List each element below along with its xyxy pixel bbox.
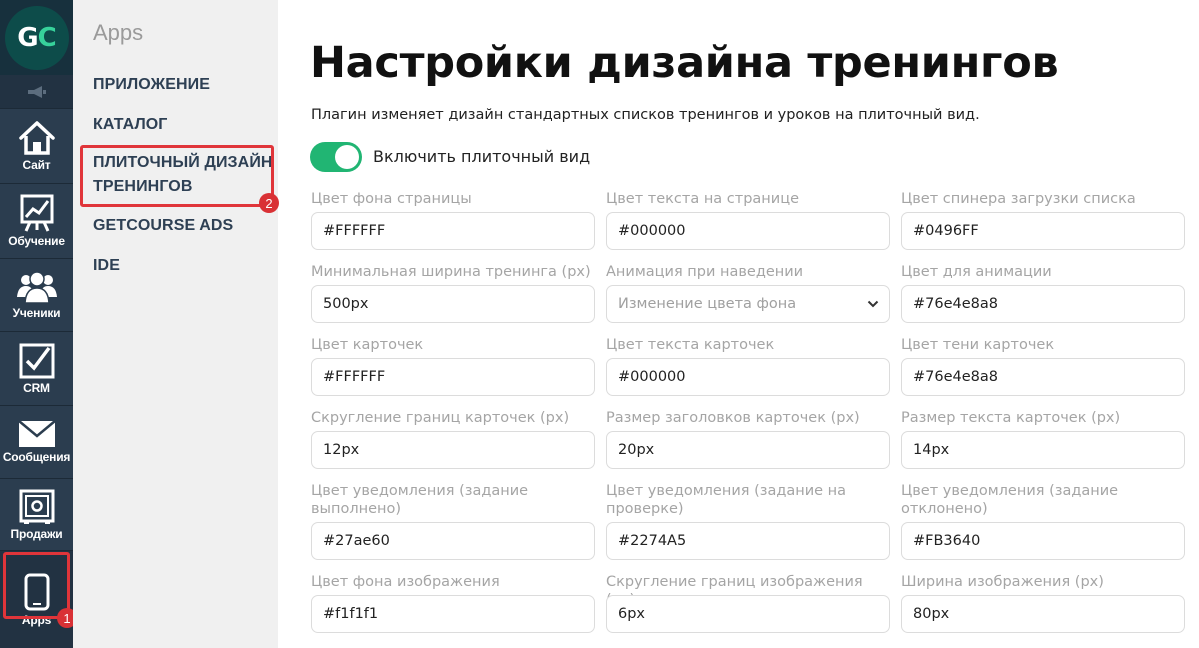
highlight-tile-design	[80, 145, 274, 207]
card-radius-input[interactable]: 12px	[311, 431, 595, 469]
main-nav: GC Сайт Обучение Ученики CRM Сообщения П…	[0, 0, 73, 648]
field-label: Цвет спинера загрузки списка	[901, 191, 1136, 207]
field-label: Размер заголовков карточек (px)	[606, 410, 860, 426]
field-label-line2: отклонено)	[901, 501, 988, 517]
step-badge-2: 2	[259, 193, 279, 213]
notify-done-color-input[interactable]: #27ae60	[311, 522, 595, 560]
highlight-apps	[3, 552, 70, 619]
notify-rejected-color-input[interactable]: #FB3640	[901, 522, 1185, 560]
logo-letter-c: C	[37, 22, 57, 53]
notify-review-color-input[interactable]: #2274A5	[606, 522, 890, 560]
image-bg-color-input[interactable]: #f1f1f1	[311, 595, 595, 633]
nav-item-label: Продажи	[10, 526, 63, 541]
min-width-input[interactable]: 500px	[311, 285, 595, 323]
field-label: Цвет фона страницы	[311, 191, 472, 207]
safe-icon	[19, 489, 54, 524]
sidebar-item-application[interactable]: ПРИЛОЖЕНИЕ	[93, 73, 210, 97]
nav-item-students[interactable]: Ученики	[0, 258, 73, 331]
nav-item-label: Обучение	[8, 234, 65, 248]
field-label-line2: выполнено)	[311, 501, 402, 517]
card-text-color-input[interactable]: #000000	[606, 358, 890, 396]
page-description: Плагин изменяет дизайн стандартных списк…	[311, 107, 980, 123]
nav-item-sales[interactable]: Продажи	[0, 478, 73, 550]
chart-board-icon	[20, 194, 53, 232]
nav-item-site[interactable]: Сайт	[0, 108, 73, 183]
field-label: Цвет уведомления (задание отклонено)	[901, 482, 1191, 518]
image-width-input[interactable]: 80px	[901, 595, 1185, 633]
sidebar-item-catalog[interactable]: КАТАЛОГ	[93, 113, 167, 137]
envelope-icon	[17, 420, 56, 447]
field-label: Минимальная ширина тренинга (px)	[311, 264, 591, 280]
field-label: Ширина изображения (px)	[901, 574, 1104, 590]
field-label-line2: проверке)	[606, 501, 684, 517]
nav-item-label: Сайт	[22, 158, 51, 172]
nav-item-label: Ученики	[12, 306, 61, 320]
nav-item-label: Сообщения	[2, 450, 71, 464]
nav-item-crm[interactable]: CRM	[0, 331, 73, 405]
field-label: Цвет фона изображения	[311, 574, 500, 590]
sidebar-item-ide[interactable]: IDE	[93, 254, 120, 278]
nav-item-learning[interactable]: Обучение	[0, 183, 73, 258]
card-text-size-input[interactable]: 14px	[901, 431, 1185, 469]
hover-animation-select[interactable]: Изменение цвета фона	[606, 285, 890, 323]
page-text-color-input[interactable]: #000000	[606, 212, 890, 250]
animation-color-input[interactable]: #76e4e8a8	[901, 285, 1185, 323]
users-icon	[16, 271, 57, 304]
home-icon	[18, 121, 55, 155]
field-label: Цвет тени карточек	[901, 337, 1055, 353]
tile-view-toggle[interactable]	[310, 142, 362, 172]
logo[interactable]: GC	[0, 0, 73, 75]
field-label: Цвет уведомления (задание выполнено)	[311, 482, 601, 518]
sidebar-item-getcourse-ads[interactable]: GETCOURSE ADS	[93, 214, 233, 238]
spinner-color-input[interactable]: #0496FF	[901, 212, 1185, 250]
card-color-input[interactable]: #FFFFFF	[311, 358, 595, 396]
page-title: Настройки дизайна тренингов	[310, 38, 1059, 88]
field-label: Цвет для анимации	[901, 264, 1052, 280]
announcements-button[interactable]	[0, 75, 73, 108]
apps-sidebar: Apps ПРИЛОЖЕНИЕ КАТАЛОГ ПЛИТОЧНЫЙ ДИЗАЙН…	[73, 0, 278, 648]
select-value: Изменение цвета фона	[618, 296, 797, 312]
card-shadow-color-input[interactable]: #76e4e8a8	[901, 358, 1185, 396]
field-label: Анимация при наведении	[606, 264, 804, 280]
image-radius-input[interactable]: 6px	[606, 595, 890, 633]
field-label-line1: Цвет уведомления (задание	[311, 483, 529, 499]
field-label-line1: Цвет уведомления (задание	[901, 483, 1119, 499]
field-label: Размер текста карточек (px)	[901, 410, 1121, 426]
toggle-label: Включить плиточный вид	[373, 147, 591, 166]
field-label: Цвет уведомления (задание на проверке)	[606, 482, 896, 518]
field-label-line1: Цвет уведомления (задание на	[606, 483, 847, 499]
page-bg-color-input[interactable]: #FFFFFF	[311, 212, 595, 250]
megaphone-icon	[27, 85, 46, 98]
sidebar-title: Apps	[93, 20, 144, 45]
logo-letter-g: G	[17, 22, 38, 53]
logo-circle: GC	[4, 5, 69, 70]
chevron-down-icon	[867, 300, 879, 308]
field-label: Цвет текста на странице	[606, 191, 799, 207]
field-label: Цвет текста карточек	[606, 337, 775, 353]
card-title-size-input[interactable]: 20px	[606, 431, 890, 469]
checkbox-icon	[19, 343, 54, 378]
toggle-knob	[335, 145, 359, 169]
nav-item-label: CRM	[23, 380, 50, 395]
field-label: Цвет карточек	[311, 337, 424, 353]
field-label: Скругление границ карточек (px)	[311, 410, 570, 426]
nav-item-messages[interactable]: Сообщения	[0, 405, 73, 478]
